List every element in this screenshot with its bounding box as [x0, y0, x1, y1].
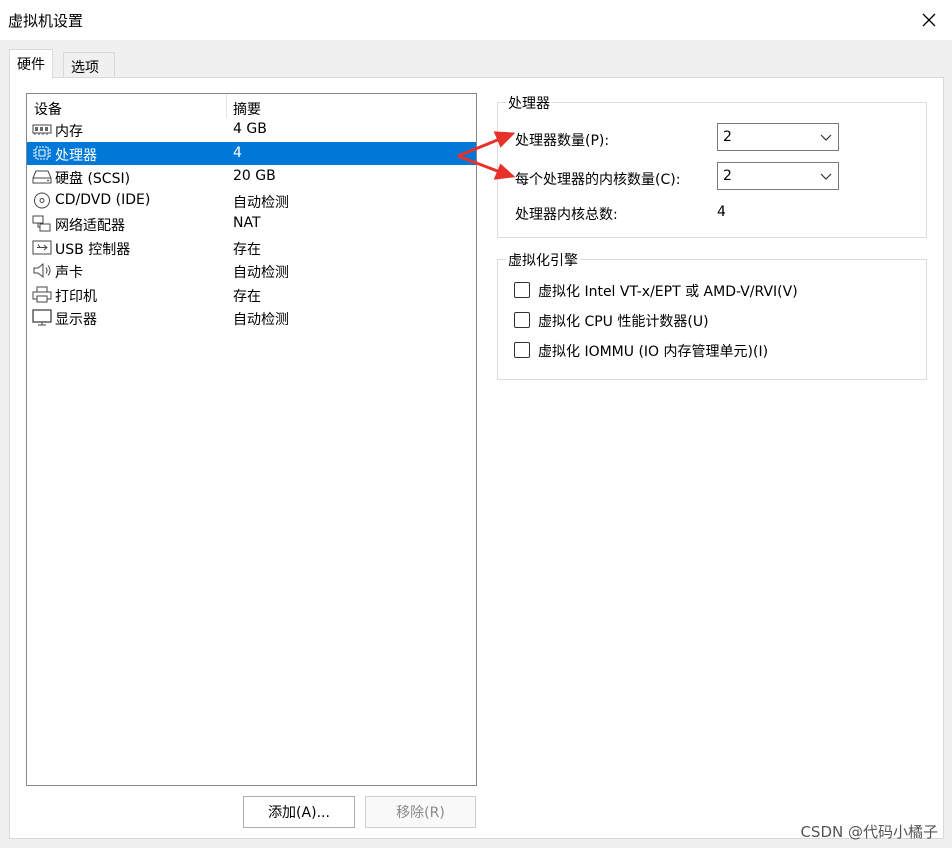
device-row-sound-card[interactable]: 声卡 自动检测 — [27, 259, 476, 283]
device-row-hard-disk[interactable]: 硬盘 (SCSI) 20 GB — [27, 165, 476, 189]
watermark: CSDN @代码小橘子 — [800, 823, 938, 841]
processor-group-title: 处理器 — [506, 93, 552, 113]
device-summary: 20 GB — [233, 168, 276, 184]
device-list[interactable]: 设备 摘要 内存 4 GB 处理器 4 硬盘 (SCSI) 20 GB CD/D… — [26, 93, 477, 786]
hardware-tab-panel: 设备 摘要 内存 4 GB 处理器 4 硬盘 (SCSI) 20 GB CD/D… — [9, 77, 944, 839]
processor-icon — [33, 146, 51, 159]
device-summary: NAT — [233, 215, 261, 231]
hard-disk-icon — [32, 170, 52, 184]
device-summary: 自动检测 — [233, 265, 289, 281]
list-header: 设备 摘要 — [27, 94, 476, 118]
device-summary: 4 GB — [233, 121, 267, 137]
processor-count-select[interactable]: 2 — [717, 123, 839, 151]
dialog-client-area: 硬件 选项 设备 摘要 内存 4 GB 处理器 4 硬盘 (SCSI) 20 G… — [0, 40, 952, 848]
cd-dvd-icon — [34, 192, 50, 208]
device-name: 网络适配器 — [55, 218, 125, 234]
device-name: 显示器 — [55, 312, 97, 328]
cores-per-processor-label: 每个处理器的内核数量(C): — [515, 172, 681, 188]
device-row-cd-dvd[interactable]: CD/DVD (IDE) 自动检测 — [27, 189, 476, 213]
cores-per-processor-value: 2 — [723, 168, 732, 184]
device-row-display[interactable]: 显示器 自动检测 — [27, 306, 476, 330]
checkbox-label: 虚拟化 IOMMU (IO 内存管理单元)(I) — [538, 344, 769, 360]
device-name: 声卡 — [55, 265, 83, 281]
close-button[interactable] — [906, 0, 952, 40]
device-summary: 自动检测 — [233, 194, 289, 211]
device-summary: 存在 — [233, 241, 261, 258]
column-header-summary[interactable]: 摘要 — [233, 99, 261, 119]
checkbox-label: 虚拟化 CPU 性能计数器(U) — [538, 314, 709, 330]
total-cores-label: 处理器内核总数: — [515, 207, 618, 223]
processor-count-label: 处理器数量(P): — [515, 133, 610, 149]
add-button[interactable]: 添加(A)... — [243, 796, 355, 828]
device-row-network-adapter[interactable]: 网络适配器 NAT — [27, 212, 476, 236]
sound-card-icon — [33, 262, 51, 279]
device-name: 打印机 — [55, 288, 97, 305]
processor-count-value: 2 — [723, 129, 732, 145]
device-row-processor[interactable]: 处理器 4 — [27, 141, 476, 165]
device-name: 处理器 — [55, 147, 97, 164]
display-icon — [32, 309, 52, 326]
virtualization-group-title: 虚拟化引擎 — [506, 250, 580, 270]
tab-hardware[interactable]: 硬件 — [9, 49, 53, 78]
checkbox-box[interactable] — [514, 282, 530, 298]
checkbox-label: 虚拟化 Intel VT-x/EPT 或 AMD-V/RVI(V) — [538, 284, 798, 300]
device-summary: 自动检测 — [233, 312, 289, 328]
title-bar: 虚拟机设置 — [0, 0, 952, 40]
device-row-usb-controller[interactable]: USB 控制器 存在 — [27, 236, 476, 260]
window-title: 虚拟机设置 — [8, 12, 84, 30]
device-name: CD/DVD (IDE) — [55, 191, 151, 208]
column-header-device[interactable]: 设备 — [34, 99, 62, 119]
chevron-down-icon — [820, 134, 832, 141]
printer-icon — [32, 286, 52, 302]
device-row-memory[interactable]: 内存 4 GB — [27, 118, 476, 142]
device-summary: 4 — [233, 144, 242, 161]
checkbox-box[interactable] — [514, 312, 530, 328]
tab-options[interactable]: 选项 — [63, 52, 115, 78]
device-name: USB 控制器 — [55, 241, 131, 258]
total-cores-value: 4 — [717, 204, 726, 220]
remove-button[interactable]: 移除(R) — [365, 796, 476, 828]
processor-group: 处理器 处理器数量(P): 2 每个处理器的内核数量(C): 2 处理器内核总数… — [497, 93, 927, 238]
memory-icon — [32, 124, 52, 135]
device-name: 硬盘 (SCSI) — [55, 171, 131, 187]
device-row-printer[interactable]: 打印机 存在 — [27, 283, 476, 307]
chevron-down-icon — [820, 173, 832, 180]
usb-icon — [32, 240, 52, 254]
close-icon — [922, 13, 936, 27]
device-name: 内存 — [55, 124, 83, 140]
checkbox-box[interactable] — [514, 342, 530, 358]
device-summary: 存在 — [233, 288, 261, 305]
cores-per-processor-select[interactable]: 2 — [717, 162, 839, 190]
network-adapter-icon — [32, 215, 51, 232]
virtualization-engine-group: 虚拟化引擎 虚拟化 Intel VT-x/EPT 或 AMD-V/RVI(V) … — [497, 250, 927, 380]
